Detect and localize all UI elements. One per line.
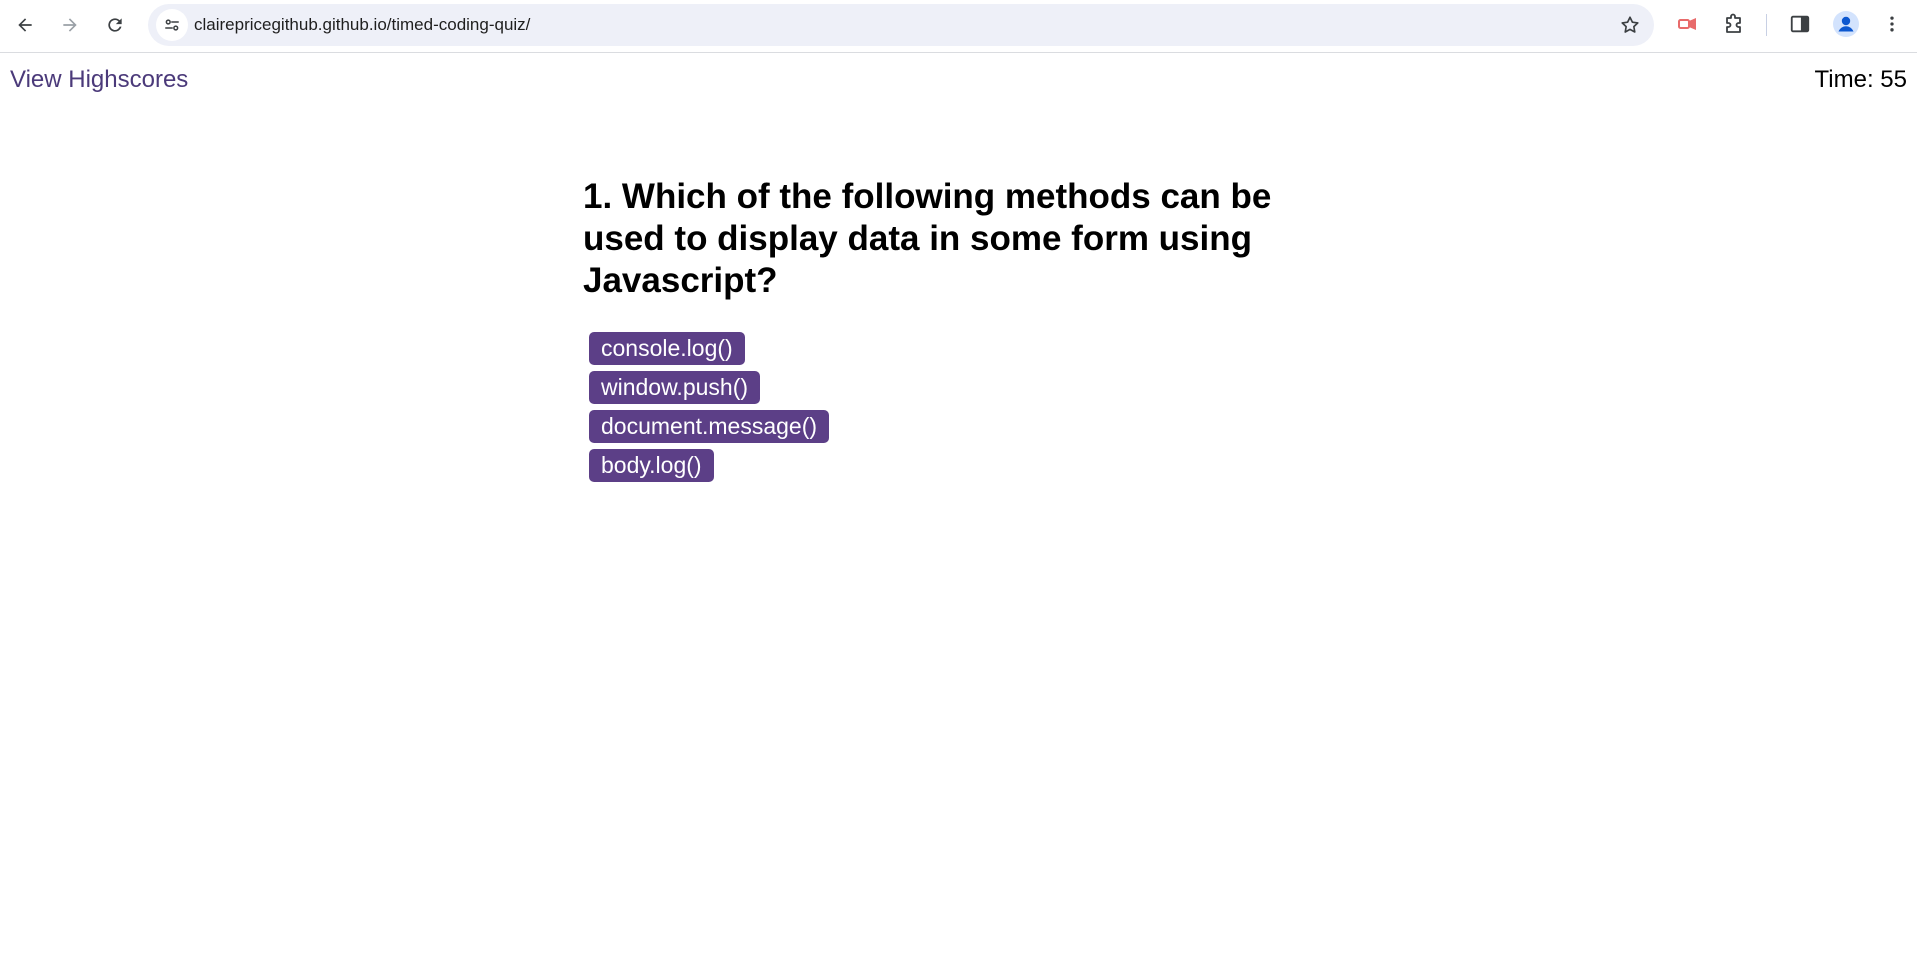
view-highscores-link[interactable]: View Highscores	[10, 66, 188, 94]
reload-button[interactable]	[98, 8, 132, 42]
site-info-button[interactable]	[156, 9, 188, 41]
back-button[interactable]	[8, 8, 42, 42]
extension-red-icon	[1678, 18, 1696, 30]
answer-button-2[interactable]: window.push()	[589, 371, 761, 404]
chrome-menu-button[interactable]	[1878, 10, 1906, 38]
answer-button-3[interactable]: document.message()	[589, 410, 830, 443]
star-icon	[1621, 16, 1639, 33]
answer-button-4[interactable]: body.log()	[589, 449, 714, 482]
arrow-left-icon	[18, 18, 32, 32]
forward-button[interactable]	[53, 8, 87, 42]
side-panel-icon	[1790, 15, 1810, 33]
browser-toolbar: clairepricegithub.github.io/timed-coding…	[0, 0, 1917, 53]
quiz-container: 1. Which of the following methods can be…	[583, 176, 1303, 482]
tune-icon	[165, 19, 179, 31]
question-text: 1. Which of the following methods can be…	[583, 177, 1272, 300]
arrow-right-icon	[63, 18, 77, 32]
puzzle-icon	[1726, 13, 1741, 33]
answer-button-1[interactable]: console.log()	[589, 332, 745, 365]
kebab-menu-icon	[1890, 16, 1894, 32]
timer: Time: 55	[1814, 66, 1907, 93]
answer-list: console.log() window.push() document.mes…	[583, 332, 1303, 482]
reload-icon	[108, 18, 122, 32]
address-bar[interactable]: clairepricegithub.github.io/timed-coding…	[148, 4, 1654, 46]
profile-avatar-icon	[1833, 11, 1859, 37]
profile-button[interactable]	[1832, 10, 1860, 38]
side-panel-button[interactable]	[1786, 10, 1814, 38]
url-text[interactable]: clairepricegithub.github.io/timed-coding…	[194, 4, 530, 46]
extensions-menu-button[interactable]	[1720, 10, 1748, 38]
toolbar-divider	[1766, 14, 1767, 36]
extension-button[interactable]	[1674, 10, 1702, 38]
bookmark-button[interactable]	[1618, 13, 1642, 37]
